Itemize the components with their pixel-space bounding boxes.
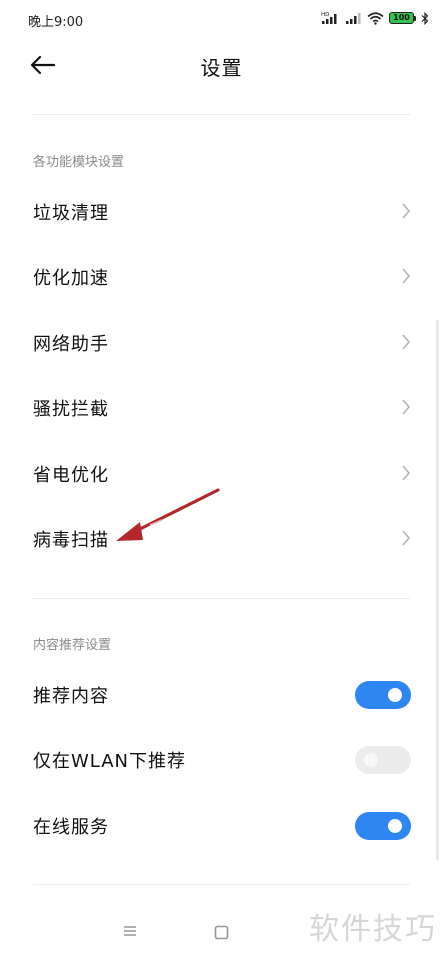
battery-level: 100 [389,12,414,24]
status-bar: 晚上9:00 HD 100 [0,0,443,36]
chevron-right-icon [402,530,411,546]
settings-item-recommend-content[interactable]: 推荐内容 [0,665,443,725]
settings-item-junk-clean[interactable]: 垃圾清理 [0,182,443,242]
settings-item-network-assistant[interactable]: 网络助手 [0,313,443,373]
section-label-content: 内容推荐设置 [33,638,112,653]
settings-item-label: 省电优化 [33,465,109,486]
settings-item-label: 推荐内容 [33,686,109,707]
settings-item-label: 网络助手 [33,334,109,355]
recommend-content-toggle[interactable] [355,681,411,709]
settings-item-label: 垃圾清理 [33,203,109,224]
menu-icon[interactable] [122,924,138,938]
divider [33,114,410,115]
scrollbar[interactable] [436,320,439,860]
header: 设置 [0,36,443,96]
chevron-right-icon [402,268,411,284]
settings-item-harassment-block[interactable]: 骚扰拦截 [0,378,443,438]
settings-item-label: 骚扰拦截 [33,399,109,420]
wifi-icon [367,11,384,25]
bluetooth-icon [421,11,429,25]
annotation-arrow-icon [116,488,220,541]
status-icons: HD 100 [321,11,429,25]
status-time: 晚上9:00 [28,15,84,30]
settings-item-label: 仅在WLAN下推荐 [33,751,187,772]
settings-item-label: 在线服务 [33,817,109,838]
battery-icon: 100 [389,12,416,24]
chevron-right-icon [402,334,411,350]
divider [33,884,410,885]
signal-hd-icon: HD [321,12,337,24]
online-service-toggle[interactable] [355,812,411,840]
chevron-right-icon [402,203,411,219]
settings-item-wlan-only[interactable]: 仅在WLAN下推荐 [0,730,443,790]
chevron-right-icon [402,399,411,415]
watermark: 软件技巧 [309,912,437,947]
settings-item-label: 病毒扫描 [33,530,109,551]
divider [33,598,410,599]
wlan-only-toggle[interactable] [355,746,411,774]
settings-item-online-service[interactable]: 在线服务 [0,796,443,856]
page-title: 设置 [200,56,243,80]
chevron-right-icon [402,465,411,481]
signal-icon [346,12,361,24]
settings-item-label: 优化加速 [33,268,109,289]
section-label-modules: 各功能模块设置 [33,155,125,170]
network-label: HD [321,12,329,18]
home-icon[interactable] [214,925,229,940]
settings-item-optimize-speed[interactable]: 优化加速 [0,247,443,307]
